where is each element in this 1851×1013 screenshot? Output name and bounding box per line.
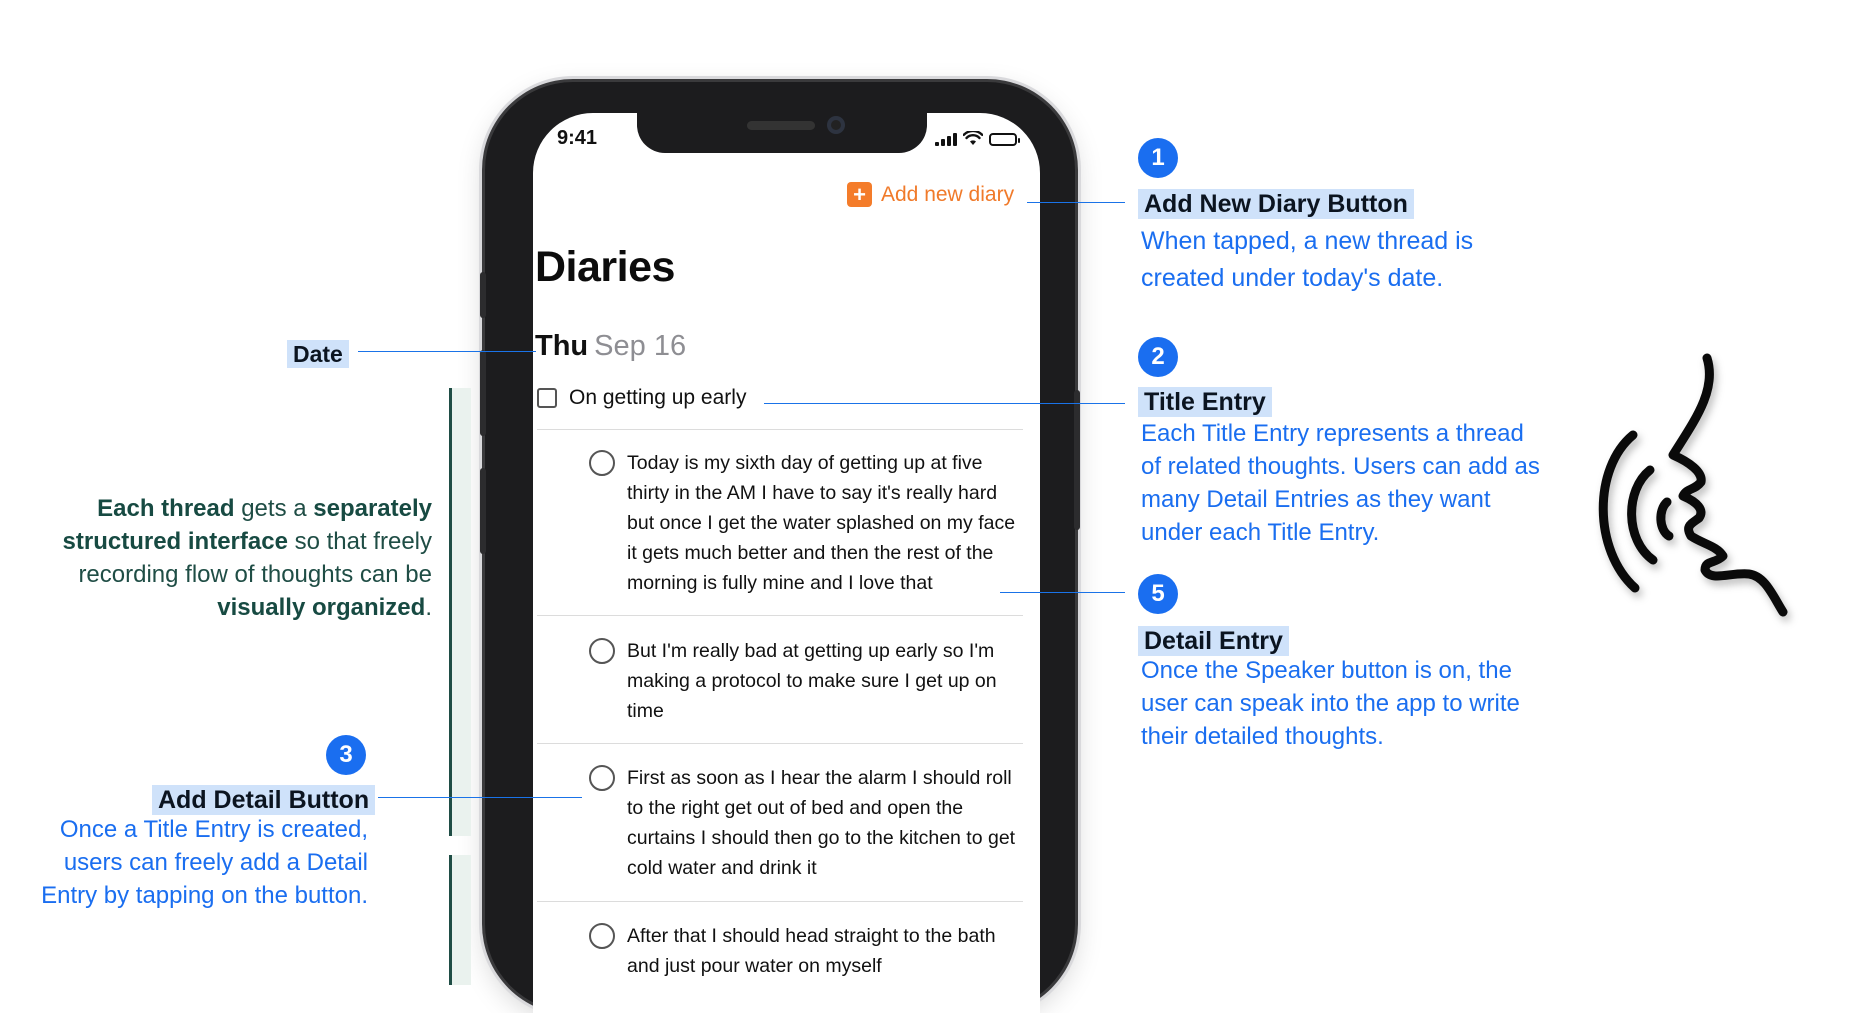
annotation-title: Title Entry [1138,387,1272,417]
detail-entry-text: After that I should head straight to the… [627,925,996,977]
battery-icon [989,133,1020,146]
title-entry[interactable]: On getting up early [537,386,746,410]
front-camera [827,116,845,134]
annotation-body: When tapped, a new thread is created und… [1141,227,1474,292]
add-new-diary-button[interactable]: + Add new diary [847,182,1014,207]
annotation-body: Once a Title Entry is created, users can… [41,816,368,909]
title-entry-checkbox[interactable] [537,388,557,408]
annotation-title: Detail Entry [1138,626,1289,656]
connector-line [1027,202,1125,203]
status-icons [935,131,1020,146]
divider [537,743,1023,744]
annotation-body: Once the Speaker button is on, the user … [1141,657,1520,750]
phone-notch [637,108,927,153]
add-detail-radio-button[interactable] [589,638,615,664]
detail-entry[interactable]: First as soon as I hear the alarm I shou… [589,763,1029,883]
date-header: Thu Sep 16 [535,330,686,363]
cellular-signal-icon [935,133,957,146]
annotation-title: Add New Diary Button [1138,189,1414,219]
detail-entry[interactable]: But I'm really bad at getting up early s… [589,636,1029,726]
divider [537,615,1023,616]
add-detail-radio-button[interactable] [589,765,615,791]
detail-entry[interactable]: Today is my sixth day of getting up at f… [589,448,1029,598]
date-day: Thu [535,330,589,362]
divider [537,429,1023,430]
plus-icon: + [847,182,872,207]
annotation-badge-3: 3 [326,735,366,775]
thread-note-bold: visually organized [217,594,426,621]
detail-entry[interactable]: After that I should head straight to the… [589,921,1029,981]
add-detail-radio-button[interactable] [589,450,615,476]
phone-volume-up [480,350,486,436]
date-annotation-label: Date [287,340,349,368]
annotation-badge-2: 2 [1138,337,1178,377]
divider [537,901,1023,902]
phone-mute-switch [480,272,486,318]
annotation-body: Each Title Entry represents a thread of … [1141,420,1540,546]
earpiece-speaker [747,121,815,130]
wifi-icon [963,131,983,145]
thread-note: Each thread gets a separately structured… [60,492,432,624]
date-month-day: Sep 16 [594,330,687,362]
connector-line [378,797,582,798]
annotation-badge-1: 1 [1138,138,1178,178]
connector-line [764,403,1125,404]
add-new-diary-label: Add new diary [881,182,1015,206]
detail-entry-text: Today is my sixth day of getting up at f… [627,452,1016,594]
thread-note-bold: Each thread [97,495,235,522]
annotation-title: Add Detail Button [152,785,376,815]
page-title: Diaries [535,243,675,291]
add-detail-radio-button[interactable] [589,923,615,949]
connector-line [1000,592,1125,593]
connector-line [358,351,536,352]
speaking-person-icon [1598,353,1788,617]
thread-note-text: . [425,594,432,621]
thread-bracket [449,388,471,836]
detail-entry-text: But I'm really bad at getting up early s… [627,640,997,722]
thread-bracket [449,855,471,985]
annotation-badge-5: 5 [1138,574,1178,614]
status-time: 9:41 [557,127,598,149]
thread-note-text: gets a [234,495,314,522]
title-entry-text: On getting up early [569,386,747,409]
detail-entry-text: First as soon as I hear the alarm I shou… [627,767,1016,879]
phone-volume-down [480,468,486,554]
phone-power-button [1074,390,1080,530]
